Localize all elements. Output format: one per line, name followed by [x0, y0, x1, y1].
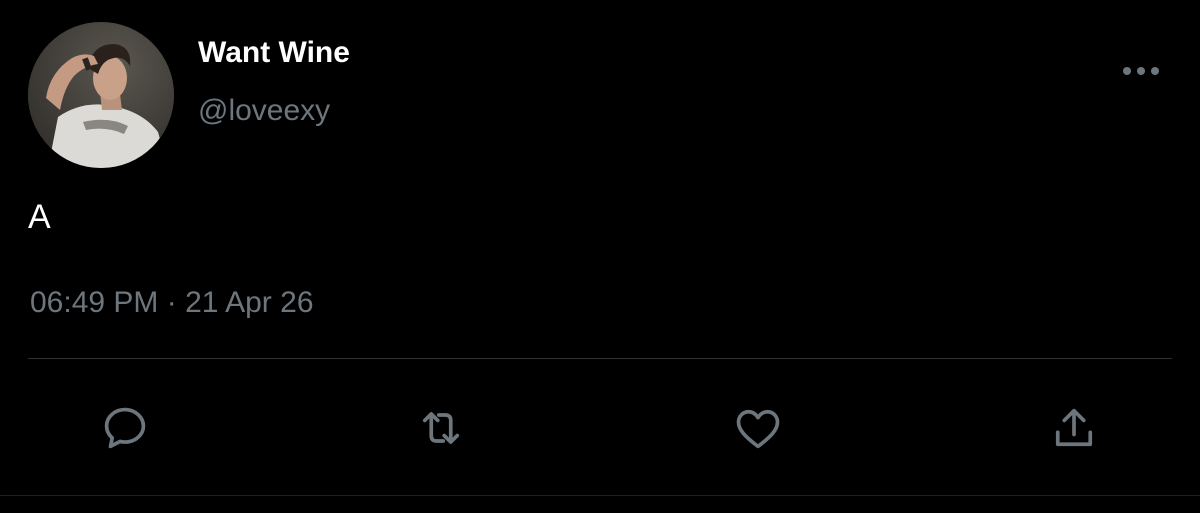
avatar-photo: [28, 22, 174, 168]
share-button[interactable]: [1046, 400, 1102, 456]
tweet-text: A: [28, 198, 51, 236]
like-button[interactable]: [730, 400, 786, 456]
reply-button[interactable]: [97, 400, 153, 456]
user-handle[interactable]: @loveexy: [198, 94, 330, 128]
reply-icon: [104, 407, 146, 449]
divider: [0, 495, 1200, 496]
retweet-icon: [422, 412, 460, 444]
share-icon: [1055, 408, 1093, 447]
avatar[interactable]: [28, 22, 174, 168]
heart-icon: [736, 409, 780, 449]
more-button[interactable]: [1118, 56, 1164, 86]
divider: [28, 358, 1172, 359]
tweet-timestamp[interactable]: 06:49 PM · 21 Apr 26: [30, 286, 314, 320]
tweet-card: Want Wine @loveexy A 06:49 PM · 21 Apr 2…: [0, 0, 1200, 513]
more-horizontal-icon: [1123, 67, 1159, 75]
display-name[interactable]: Want Wine: [198, 36, 350, 70]
retweet-button[interactable]: [413, 400, 469, 456]
